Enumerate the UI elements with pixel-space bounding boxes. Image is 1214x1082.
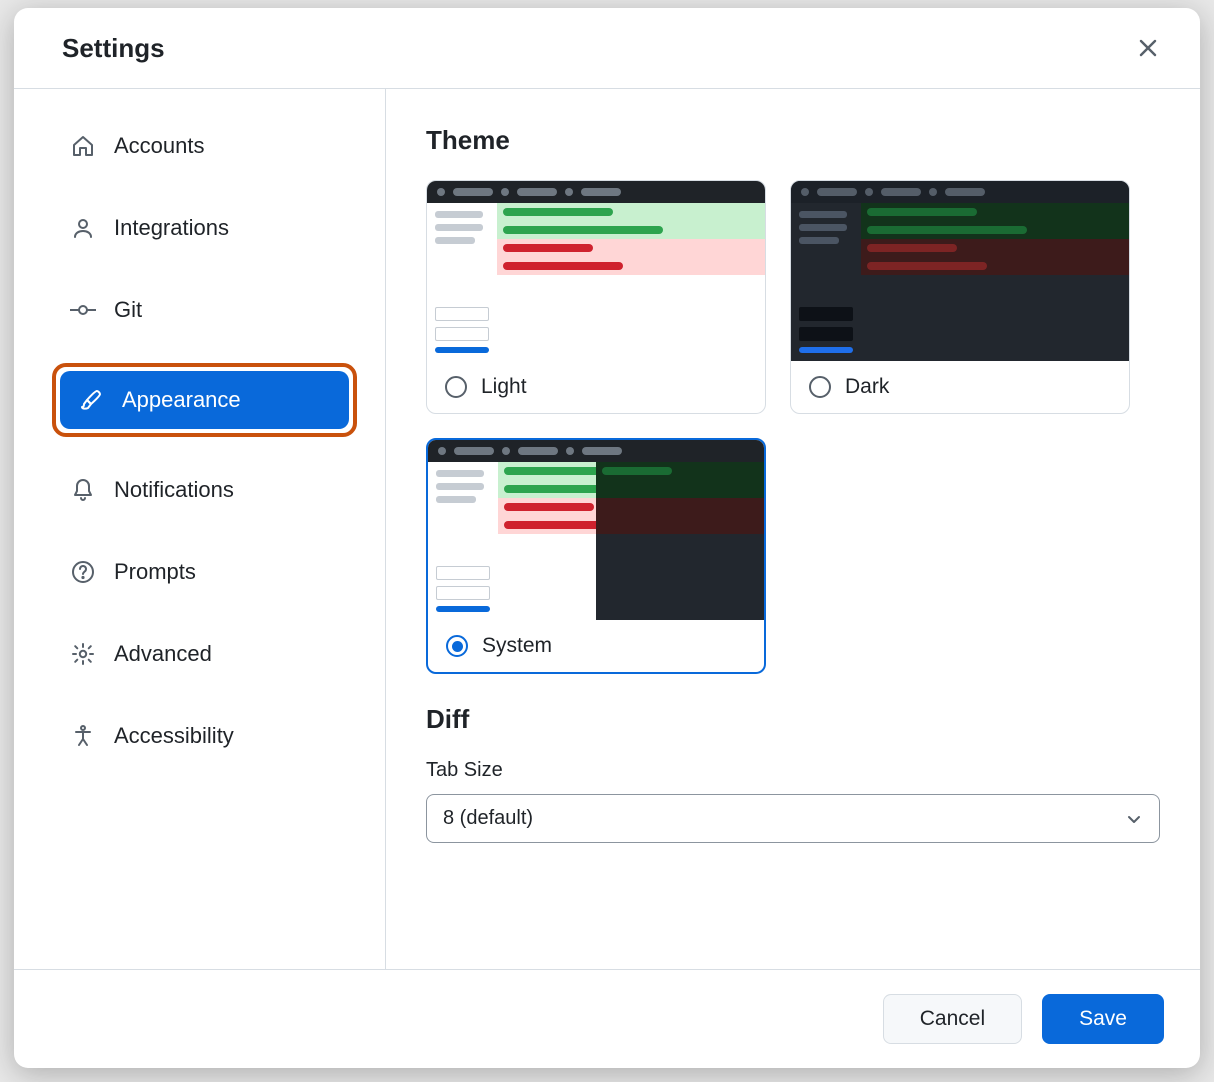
theme-preview-light bbox=[427, 181, 765, 361]
theme-options: Light bbox=[426, 180, 1160, 674]
sidebar-item-label: Appearance bbox=[122, 387, 241, 413]
sidebar-item-label: Git bbox=[114, 297, 142, 323]
gear-icon bbox=[70, 641, 96, 667]
sidebar-item-git[interactable]: Git bbox=[52, 281, 357, 339]
paintbrush-icon bbox=[78, 387, 104, 413]
sidebar-item-label: Accessibility bbox=[114, 723, 234, 749]
question-icon bbox=[70, 559, 96, 585]
close-button[interactable] bbox=[1130, 30, 1166, 66]
accessibility-icon bbox=[70, 723, 96, 749]
modal-header: Settings bbox=[14, 8, 1200, 89]
settings-sidebar: Accounts Integrations Git A bbox=[14, 89, 386, 969]
settings-modal: Settings Accounts Integrations bbox=[14, 8, 1200, 1068]
sidebar-item-advanced[interactable]: Advanced bbox=[52, 625, 357, 683]
save-button[interactable]: Save bbox=[1042, 994, 1164, 1044]
sidebar-item-appearance[interactable]: Appearance bbox=[60, 371, 349, 429]
tab-size-select[interactable]: 8 (default) bbox=[426, 794, 1160, 843]
sidebar-item-label: Integrations bbox=[114, 215, 229, 241]
diff-heading: Diff bbox=[426, 704, 1160, 735]
sidebar-item-label: Accounts bbox=[114, 133, 205, 159]
sidebar-item-label: Advanced bbox=[114, 641, 212, 667]
theme-preview-dark bbox=[791, 181, 1129, 361]
sidebar-item-prompts[interactable]: Prompts bbox=[52, 543, 357, 601]
theme-option-system[interactable]: System bbox=[426, 438, 766, 674]
sidebar-item-accounts[interactable]: Accounts bbox=[52, 117, 357, 175]
theme-option-label: Light bbox=[481, 375, 527, 399]
modal-footer: Cancel Save bbox=[14, 969, 1200, 1068]
sidebar-item-notifications[interactable]: Notifications bbox=[52, 461, 357, 519]
sidebar-item-label: Notifications bbox=[114, 477, 234, 503]
cancel-button[interactable]: Cancel bbox=[883, 994, 1022, 1044]
sidebar-item-label: Prompts bbox=[114, 559, 196, 585]
radio-icon bbox=[446, 635, 468, 657]
person-icon bbox=[70, 215, 96, 241]
radio-icon bbox=[809, 376, 831, 398]
close-icon bbox=[1138, 38, 1158, 58]
tab-size-label: Tab Size bbox=[426, 759, 1160, 782]
chevron-down-icon bbox=[1125, 810, 1143, 828]
sidebar-highlight-appearance: Appearance bbox=[52, 363, 357, 437]
theme-heading: Theme bbox=[426, 125, 1160, 156]
theme-preview-system bbox=[428, 440, 764, 620]
theme-option-label: System bbox=[482, 634, 552, 658]
bell-icon bbox=[70, 477, 96, 503]
sidebar-item-accessibility[interactable]: Accessibility bbox=[52, 707, 357, 765]
tab-size-value: 8 (default) bbox=[443, 807, 533, 830]
home-icon bbox=[70, 133, 96, 159]
settings-content: Theme bbox=[386, 89, 1200, 969]
git-commit-icon bbox=[70, 297, 96, 323]
radio-icon bbox=[445, 376, 467, 398]
modal-body: Accounts Integrations Git A bbox=[14, 89, 1200, 969]
theme-option-label: Dark bbox=[845, 375, 889, 399]
modal-title: Settings bbox=[62, 33, 165, 64]
theme-option-light[interactable]: Light bbox=[426, 180, 766, 414]
sidebar-item-integrations[interactable]: Integrations bbox=[52, 199, 357, 257]
theme-option-dark[interactable]: Dark bbox=[790, 180, 1130, 414]
